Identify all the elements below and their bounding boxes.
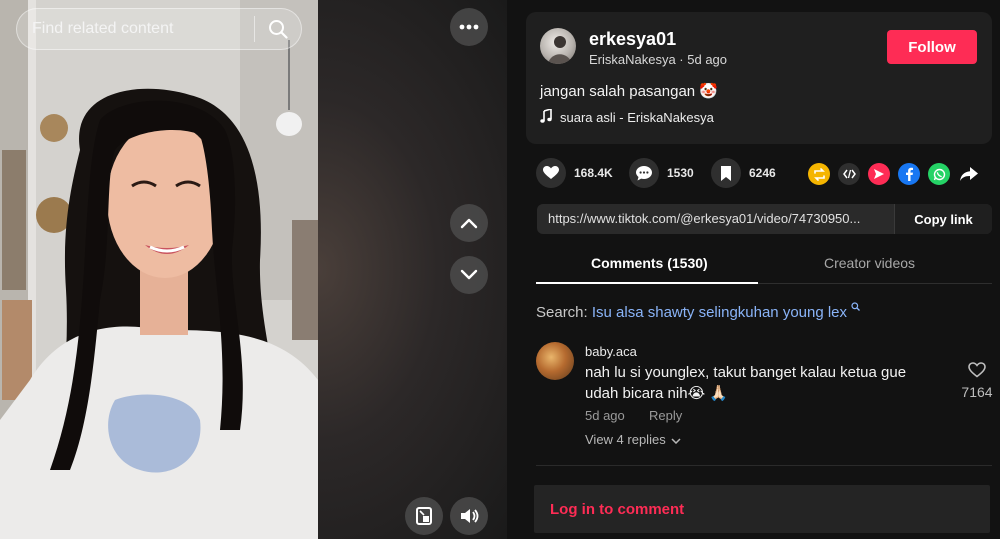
music-info[interactable]: suara asli - EriskaNakesya: [540, 107, 714, 126]
info-panel: erkesya01 EriskaNakesya · 5d ago Follow …: [507, 0, 1000, 539]
send-icon[interactable]: [868, 163, 890, 185]
comments-divider: [536, 465, 992, 466]
author-avatar[interactable]: [540, 28, 576, 64]
author-meta: EriskaNakesya · 5d ago: [589, 52, 728, 67]
like-button[interactable]: 168.4K: [536, 158, 613, 188]
volume-icon[interactable]: [450, 497, 488, 535]
commenter-username[interactable]: baby.aca: [585, 344, 637, 359]
comment-count: 1530: [667, 166, 694, 180]
comment-text: nah lu si younglex, takut banget kalau k…: [585, 364, 907, 402]
repost-icon[interactable]: [808, 163, 830, 185]
embed-icon[interactable]: [838, 163, 860, 185]
author-card: erkesya01 EriskaNakesya · 5d ago Follow …: [526, 12, 992, 144]
comment-icon[interactable]: [629, 158, 659, 188]
heart-outline-icon[interactable]: [959, 362, 995, 383]
video-caption: jangan salah pasangan 🤡: [540, 83, 718, 100]
copy-link-bar: https://www.tiktok.com/@erkesya01/video/…: [537, 204, 992, 234]
reply-button[interactable]: Reply: [649, 408, 682, 423]
chevron-down-icon: [671, 432, 681, 447]
comment-like-count: 7164: [961, 384, 993, 400]
search-suggestion-label: Search:: [536, 304, 588, 321]
music-title[interactable]: suara asli - EriskaNakesya: [560, 110, 714, 125]
action-row: 168.4K 1530 6246: [536, 158, 991, 190]
commenter-avatar[interactable]: [536, 342, 574, 380]
comment-like[interactable]: 7164: [959, 362, 995, 400]
search-icon[interactable]: [255, 9, 301, 49]
tab-creator-videos[interactable]: Creator videos: [824, 255, 915, 271]
more-horizontal-icon[interactable]: [450, 8, 488, 46]
heart-icon[interactable]: [536, 158, 566, 188]
related-search-placeholder[interactable]: Find related content: [32, 20, 254, 38]
small-search-icon[interactable]: [851, 302, 861, 321]
active-tab-indicator: [536, 282, 758, 284]
video-frame[interactable]: [0, 0, 318, 539]
video-panel[interactable]: Find related content: [0, 0, 507, 539]
facebook-icon[interactable]: [898, 163, 920, 185]
copy-link-button[interactable]: Copy link: [894, 204, 992, 234]
comment-item: baby.aca nah lu si younglex, takut bange…: [536, 340, 996, 452]
whatsapp-icon[interactable]: [928, 163, 950, 185]
view-replies-button[interactable]: View 4 replies: [585, 432, 681, 447]
video-url[interactable]: https://www.tiktok.com/@erkesya01/video/…: [548, 211, 884, 226]
tab-bar: Comments (1530) Creator videos: [536, 246, 992, 284]
chevron-up-icon[interactable]: [450, 204, 488, 242]
related-search-bar[interactable]: Find related content: [16, 8, 302, 50]
view-replies-label[interactable]: View 4 replies: [585, 432, 666, 447]
bookmark-icon[interactable]: [711, 158, 741, 188]
comment-search-suggestion[interactable]: Search: Isu alsa shawty selingkuhan youn…: [536, 302, 861, 321]
share-arrow-icon[interactable]: [958, 163, 980, 185]
comment-date: 5d ago: [585, 408, 625, 423]
music-note-icon: [540, 107, 552, 126]
login-to-comment-label[interactable]: Log in to comment: [550, 501, 684, 518]
tab-comments[interactable]: Comments (1530): [591, 255, 708, 271]
picture-in-picture-icon[interactable]: [405, 497, 443, 535]
login-to-comment-bar[interactable]: Log in to comment: [534, 485, 990, 533]
like-count: 168.4K: [574, 166, 613, 180]
author-username[interactable]: erkesya01: [589, 29, 676, 50]
chevron-down-icon[interactable]: [450, 256, 488, 294]
search-suggestion-query[interactable]: Isu alsa shawty selingkuhan young lex: [592, 304, 847, 321]
save-count: 6246: [749, 166, 776, 180]
follow-button[interactable]: Follow: [887, 30, 977, 64]
comment-button[interactable]: 1530: [629, 158, 694, 188]
save-button[interactable]: 6246: [711, 158, 776, 188]
video-scene: [0, 0, 318, 539]
